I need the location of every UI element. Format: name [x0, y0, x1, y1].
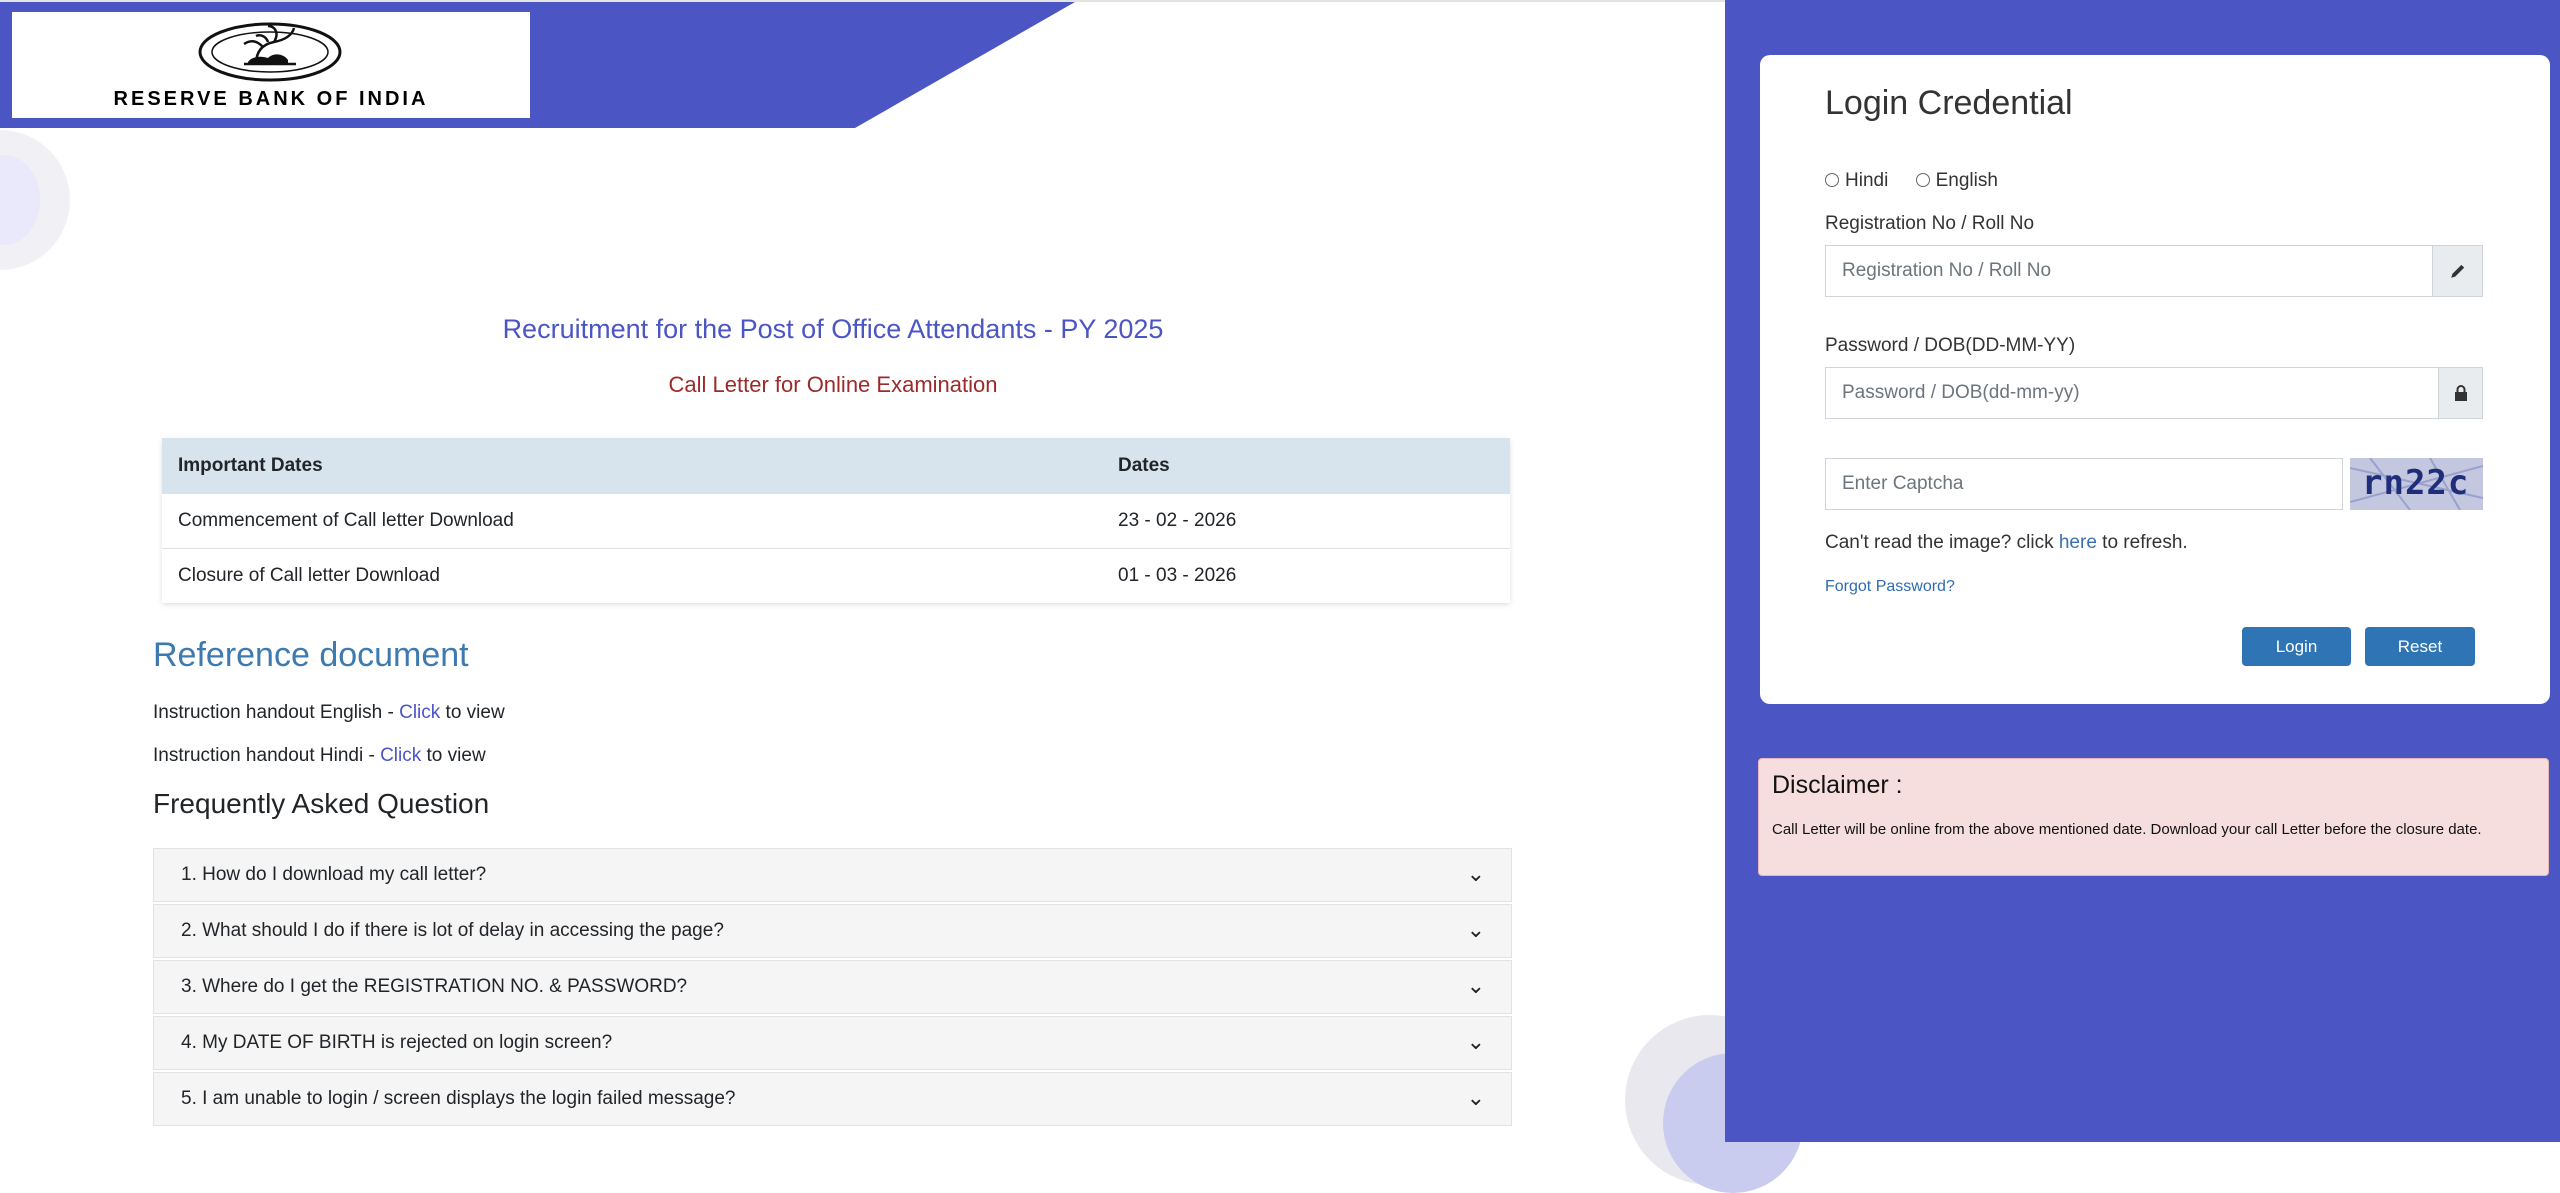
table-cell: Closure of Call letter Download — [162, 548, 1102, 603]
reference-item-hindi: Instruction handout Hindi - Click to vie… — [153, 745, 486, 767]
column-header: Important Dates — [162, 438, 1102, 494]
reference-prefix: Instruction handout English - — [153, 702, 400, 723]
faq-question: 2. What should I do if there is lot of d… — [181, 920, 724, 941]
hindi-handout-link[interactable]: Click — [380, 745, 421, 766]
faq-item-2[interactable]: 2. What should I do if there is lot of d… — [153, 904, 1512, 958]
disclaimer-text: Call Letter will be online from the abov… — [1772, 821, 2482, 838]
faq-item-5[interactable]: 5. I am unable to login / screen display… — [153, 1072, 1512, 1126]
english-handout-link[interactable]: Click — [399, 702, 440, 723]
faq-question: 3. Where do I get the REGISTRATION NO. &… — [181, 976, 688, 997]
chevron-down-icon: ⌄ — [1466, 917, 1485, 942]
disclaimer-title: Disclaimer : — [1772, 771, 1903, 799]
table-cell: 23 - 02 - 2026 — [1102, 493, 1510, 549]
faq-item-4[interactable]: 4. My DATE OF BIRTH is rejected on login… — [153, 1016, 1512, 1070]
captcha-text: rn22c — [2362, 463, 2470, 503]
table-header-row: Important Dates Dates — [162, 438, 1510, 494]
reset-button[interactable]: Reset — [2365, 627, 2475, 666]
reference-suffix: to view — [440, 702, 505, 723]
important-dates-table: Important Dates Dates Commencement of Ca… — [162, 438, 1510, 603]
reference-suffix: to view — [421, 745, 486, 766]
password-input[interactable]: Password / DOB(dd-mm-yy) — [1825, 367, 2440, 419]
logo-text: RESERVE BANK OF INDIA — [113, 88, 429, 110]
chevron-down-icon: ⌄ — [1466, 973, 1485, 998]
table-row: Commencement of Call letter Download 23 … — [162, 493, 1510, 549]
forgot-password-link[interactable]: Forgot Password? — [1825, 578, 1955, 596]
chevron-down-icon: ⌄ — [1466, 1085, 1485, 1110]
radio-button[interactable] — [1825, 173, 1839, 187]
chevron-down-icon: ⌄ — [1466, 861, 1485, 886]
language-option-english[interactable]: English — [1915, 170, 1998, 191]
language-label: English — [1935, 170, 1998, 191]
captcha-refresh-link[interactable]: here — [2059, 532, 2097, 553]
rbi-logo: RESERVE BANK OF INDIA — [12, 12, 530, 118]
faq-question: 4. My DATE OF BIRTH is rejected on login… — [181, 1032, 613, 1053]
faq-question: 5. I am unable to login / screen display… — [181, 1088, 736, 1109]
page-subtitle: Call Letter for Online Examination — [668, 372, 998, 397]
captcha-image: rn22c — [2350, 458, 2483, 510]
language-option-hindi[interactable]: Hindi — [1825, 170, 1888, 191]
radio-button[interactable] — [1915, 173, 1930, 187]
faq-heading: Frequently Asked Question — [153, 788, 490, 819]
login-title: Login Credential — [1825, 84, 2073, 122]
reference-item-english: Instruction handout English - Click to v… — [153, 702, 505, 724]
faq-question: 1. How do I download my call letter? — [181, 864, 487, 885]
page-title: Recruitment for the Post of Office Atten… — [502, 314, 1164, 344]
table-row: Closure of Call letter Download 01 - 03 … — [162, 548, 1510, 603]
table-cell: Commencement of Call letter Download — [162, 493, 1102, 549]
top-divider — [0, 0, 1725, 2]
reference-prefix: Instruction handout Hindi - — [153, 745, 381, 766]
captcha-refresh-text: Can't read the image? click here to refr… — [1825, 532, 2188, 554]
captcha-input[interactable]: Enter Captcha — [1825, 458, 2343, 510]
language-label: Hindi — [1845, 170, 1889, 191]
table-cell: 01 - 03 - 2026 — [1102, 548, 1510, 603]
registration-label: Registration No / Roll No — [1825, 213, 2035, 234]
registration-input[interactable]: Registration No / Roll No — [1825, 245, 2434, 297]
login-button[interactable]: Login — [2242, 627, 2351, 666]
lock-icon — [2438, 367, 2483, 419]
refresh-suffix: to refresh. — [2096, 532, 2188, 553]
password-label: Password / DOB(DD-MM-YY) — [1825, 335, 2076, 356]
language-selector: Hindi English — [1825, 170, 2020, 192]
refresh-prefix: Can't read the image? click — [1825, 532, 2059, 553]
pencil-icon — [2432, 245, 2483, 297]
decorative-circle-left — [0, 130, 70, 270]
faq-item-3[interactable]: 3. Where do I get the REGISTRATION NO. &… — [153, 960, 1512, 1014]
faq-item-1[interactable]: 1. How do I download my call letter? ⌄ — [153, 848, 1512, 902]
column-header: Dates — [1102, 438, 1510, 494]
reference-heading: Reference document — [153, 636, 469, 674]
chevron-down-icon: ⌄ — [1466, 1029, 1485, 1054]
